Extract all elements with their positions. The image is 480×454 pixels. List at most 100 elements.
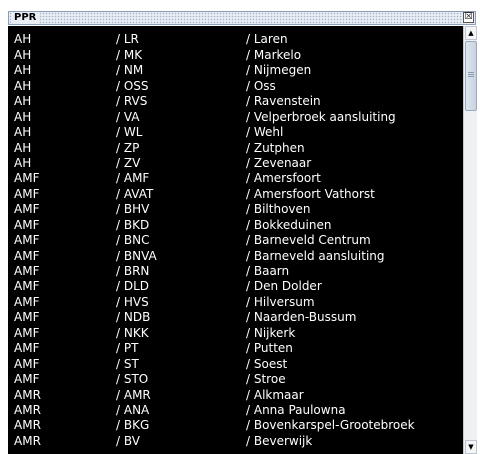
close-icon[interactable]: ☒ — [463, 12, 474, 23]
line-code: AMF — [14, 264, 40, 278]
station-name: / Zevenaar — [246, 155, 312, 170]
station-code: / NKK — [116, 325, 149, 340]
list-row: AMR / AMR / Alkmaar — [10, 388, 463, 403]
station-name: / Oss — [246, 78, 276, 93]
station-code: / BRN — [116, 264, 150, 278]
station-name: / Stroe — [246, 372, 286, 387]
list-row: AH / RVS / Ravenstein — [10, 94, 463, 109]
station-code: / AMF — [116, 171, 150, 186]
window: PPR ☒ AH / LR / Laren AH / MK / Markelo AH / NM… — [0, 0, 480, 454]
list-row: AH / LR / Laren — [10, 32, 463, 47]
station-name: / Nijmegen — [246, 63, 312, 78]
line-code: AH — [14, 125, 32, 140]
station-code: / MK — [116, 47, 143, 62]
scroll-up-icon[interactable]: ▲ — [465, 26, 477, 40]
line-code: AMF — [14, 186, 40, 201]
grip-icon — [468, 72, 474, 78]
line-code: AMF — [14, 372, 40, 387]
list-row: AH / ZP / Zutphen — [10, 141, 463, 156]
line-code: AH — [14, 109, 32, 124]
station-name: / Bilthoven — [246, 202, 311, 217]
list-row: AMF / BKD / Bokkeduinen — [10, 218, 463, 233]
line-code: AMF — [14, 202, 40, 217]
window-title: PPR — [11, 12, 40, 24]
station-name: / Putten — [246, 341, 293, 356]
station-code: / BHV — [116, 202, 150, 217]
list-row: AMF / AMF / Amersfoort — [10, 171, 463, 186]
station-code: / BV — [116, 433, 140, 448]
line-code: AH — [14, 155, 32, 170]
list-row: AMF / NKK / Nijkerk — [10, 326, 463, 341]
text-list-area[interactable]: AH / LR / Laren AH / MK / Markelo AH / NM / Nijm… — [8, 26, 463, 454]
line-code: AMF — [14, 325, 40, 340]
list-row: AMF / BRN / Baarn — [10, 264, 463, 279]
station-name: / Barneveld aansluiting — [246, 248, 385, 263]
station-name: / Hilversum — [246, 294, 315, 309]
station-name: / Barneveld Centrum — [246, 233, 371, 248]
station-name: / Laren — [246, 32, 288, 47]
line-code: AH — [14, 94, 32, 109]
scroll-thumb[interactable] — [465, 41, 477, 111]
scroll-down-icon[interactable]: ▼ — [465, 440, 477, 454]
line-code: AH — [14, 140, 32, 155]
line-code: AMR — [14, 402, 41, 417]
station-code: / WL — [116, 125, 143, 140]
station-code: / AMR — [116, 387, 151, 402]
list-row: AH / NM / Nijmegen — [10, 63, 463, 78]
line-code: AH — [14, 78, 32, 93]
list-row: AMF / NDB / Naarden-Bussum — [10, 310, 463, 325]
line-code: AMR — [14, 387, 41, 402]
line-code: AMF — [14, 248, 40, 263]
line-code: AMF — [14, 217, 40, 232]
station-code: / HVS — [116, 294, 149, 309]
line-code: AMR — [14, 418, 41, 433]
station-code: / ZV — [116, 155, 141, 170]
list-row: AMF / DLD / Den Dolder — [10, 279, 463, 294]
station-code: / PT — [116, 341, 139, 356]
station-code: / ST — [116, 356, 139, 371]
station-code: / OSS — [116, 78, 149, 93]
list-row: AMF / STO / Stroe — [10, 372, 463, 387]
station-code: / RVS — [116, 94, 148, 109]
list-row: AMF / AVAT / Amersfoort Vathorst — [10, 187, 463, 202]
station-name: / Beverwijk — [246, 433, 313, 448]
station-code: / STO — [116, 372, 149, 387]
station-name: / Amersfoort Vathorst — [246, 186, 375, 201]
station-name: / Nijkerk — [246, 325, 296, 340]
list-row: AH / VA / Velperbroek aansluiting — [10, 110, 463, 125]
line-code: AMF — [14, 171, 40, 186]
list-rows: AH / LR / Laren AH / MK / Markelo AH / NM / Nijm… — [10, 32, 463, 449]
station-code: / LR — [116, 32, 139, 47]
station-name: / Soest — [246, 356, 288, 371]
line-code: AMR — [14, 433, 41, 448]
station-name: / Ravenstein — [246, 94, 321, 109]
station-name: / Bokkeduinen — [246, 217, 332, 232]
line-code: AH — [14, 32, 32, 47]
station-code: / NDB — [116, 310, 151, 325]
list-row: AMF / ST / Soest — [10, 357, 463, 372]
station-code: / BNVA — [116, 248, 157, 263]
station-name: / Den Dolder — [246, 279, 322, 294]
station-code: / BKD — [116, 217, 150, 232]
station-code: / BKG — [116, 418, 150, 433]
station-code: / AVAT — [116, 186, 154, 201]
list-row: AMF / PT / Putten — [10, 341, 463, 356]
list-row: AMF / BNC / Barneveld Centrum — [10, 233, 463, 248]
station-name: / Bovenkarspel-Grootebroek — [246, 418, 415, 433]
station-code: / VA — [116, 109, 140, 124]
station-code: / ZP — [116, 140, 140, 155]
station-code: / ANA — [116, 402, 150, 417]
station-name: / Anna Paulowna — [246, 402, 346, 417]
list-row: AMR / BV / Beverwijk — [10, 434, 463, 449]
station-name: / Baarn — [246, 264, 290, 278]
list-row: AMF / BHV / Bilthoven — [10, 202, 463, 217]
list-row: AH / ZV / Zevenaar — [10, 156, 463, 171]
title-bar[interactable]: PPR ☒ — [8, 11, 476, 25]
list-row: AH / WL / Wehl — [10, 125, 463, 140]
line-code: AMF — [14, 341, 40, 356]
line-code: AMF — [14, 310, 40, 325]
vertical-scrollbar[interactable]: ▲ ▼ — [463, 26, 477, 454]
line-code: AH — [14, 47, 32, 62]
line-code: AMF — [14, 294, 40, 309]
station-name: / Naarden-Bussum — [246, 310, 357, 325]
